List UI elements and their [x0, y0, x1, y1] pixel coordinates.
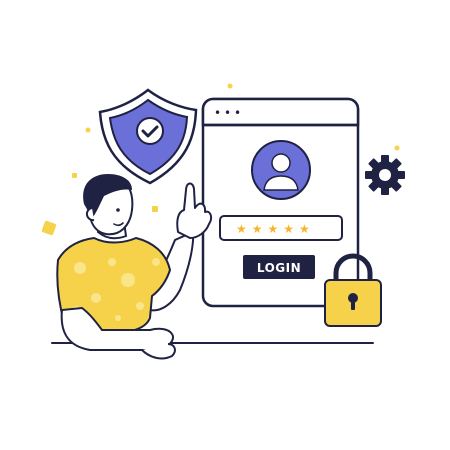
person-illustration [56, 174, 213, 360]
user-avatar-icon [251, 140, 311, 200]
gear-icon [365, 155, 405, 195]
shield-check-icon [98, 88, 198, 185]
login-button-label: LOGIN [257, 261, 301, 275]
sparkle [41, 220, 57, 236]
password-mask: ★★★★★ [236, 222, 315, 236]
check-circle [136, 117, 164, 145]
password-field[interactable]: ★★★★★ [219, 215, 343, 241]
login-security-illustration: • • • ★★★★★ LOGIN [41, 83, 405, 360]
window-dot: • [224, 106, 231, 120]
window-dot: • [234, 106, 241, 120]
sparkle [85, 127, 91, 133]
sparkle [72, 173, 77, 178]
sparkle [227, 83, 233, 89]
keyhole-slot [351, 300, 355, 310]
sparkle [394, 145, 400, 151]
window-dot: • [214, 106, 221, 120]
sparkle [152, 206, 158, 212]
login-button[interactable]: LOGIN [243, 255, 315, 279]
avatar-head [271, 153, 291, 173]
eye [116, 208, 120, 212]
